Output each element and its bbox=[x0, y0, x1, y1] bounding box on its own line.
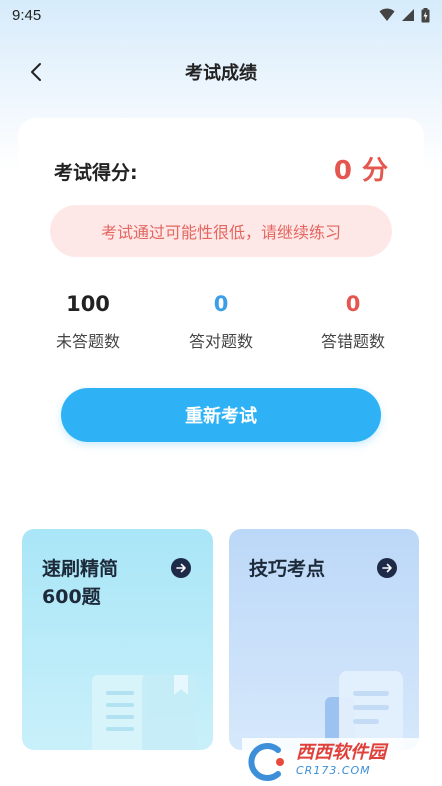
back-button[interactable] bbox=[22, 58, 50, 86]
watermark-brand: 西西软件园 bbox=[296, 742, 386, 763]
stat-label: 答错题数 bbox=[320, 332, 385, 351]
tile-title: 速刷精简 600题 bbox=[42, 555, 118, 611]
stat-value: 0 bbox=[213, 292, 229, 316]
score-unit: 分 bbox=[361, 156, 388, 186]
watermark-logo-icon bbox=[248, 743, 284, 781]
status-time: 9:45 bbox=[12, 6, 42, 24]
signal-icon bbox=[402, 9, 414, 21]
arrow-right-icon bbox=[377, 558, 397, 578]
stat-correct: 0 答对题数 bbox=[161, 290, 281, 352]
stat-value: 0 bbox=[345, 292, 361, 316]
stat-label: 未答题数 bbox=[55, 332, 120, 351]
score-value: 0 分 bbox=[334, 150, 388, 187]
book-illustration-icon bbox=[92, 675, 197, 750]
stat-unanswered: 100 未答题数 bbox=[28, 290, 148, 352]
page-title: 考试成绩 bbox=[185, 63, 257, 84]
battery-icon bbox=[421, 7, 430, 22]
tile-title: 技巧考点 bbox=[249, 558, 326, 580]
score-label: 考试得分: bbox=[54, 162, 138, 184]
stat-value: 100 bbox=[66, 292, 110, 316]
nav-bar: 考试成绩 bbox=[0, 52, 442, 92]
pass-notice: 考试通过可能性很低，请继续练习 bbox=[50, 205, 392, 257]
chevron-left-icon bbox=[31, 63, 41, 81]
watermark-url: CR173.COM bbox=[296, 764, 371, 777]
tile-title-line1: 速刷精简 bbox=[42, 558, 119, 580]
result-card: 考试得分: 0 分 考试通过可能性很低，请继续练习 100 未答题数 0 答对题… bbox=[18, 118, 424, 488]
stats-row: 100 未答题数 0 答对题数 0 答错题数 bbox=[18, 290, 424, 360]
watermark: 西西软件园 CR173.COM bbox=[242, 738, 442, 786]
status-icons bbox=[379, 7, 430, 23]
tile-title-line2: 600题 bbox=[42, 586, 101, 608]
stat-wrong: 0 答错题数 bbox=[293, 290, 413, 352]
wifi-icon bbox=[379, 8, 395, 21]
stat-label: 答对题数 bbox=[188, 332, 253, 351]
tile-skill-points[interactable]: 技巧考点 bbox=[229, 529, 419, 750]
tile-quick-practice[interactable]: 速刷精简 600题 bbox=[22, 529, 213, 750]
status-bar: 9:45 bbox=[0, 0, 442, 30]
retry-exam-button[interactable]: 重新考试 bbox=[61, 388, 381, 442]
score-number: 0 bbox=[333, 156, 352, 186]
arrow-right-icon bbox=[171, 558, 191, 578]
